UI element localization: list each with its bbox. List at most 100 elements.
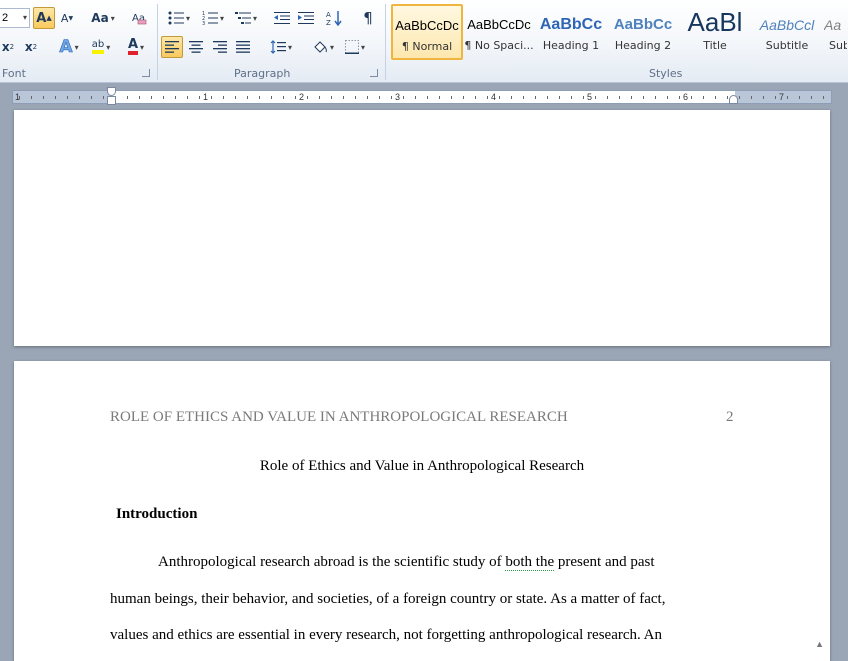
style-title[interactable]: AaBl Title bbox=[679, 4, 751, 60]
first-line-indent-marker[interactable] bbox=[107, 87, 116, 96]
ruler-tick bbox=[463, 96, 464, 99]
ruler-tick bbox=[247, 96, 248, 99]
page-1[interactable] bbox=[14, 110, 830, 346]
scroll-up-icon[interactable]: ▲ bbox=[815, 639, 824, 649]
align-left-button[interactable] bbox=[161, 36, 183, 58]
group-separator bbox=[157, 4, 158, 80]
numbering-button[interactable]: 123 bbox=[198, 7, 228, 29]
line-spacing-icon bbox=[270, 40, 286, 54]
bullets-icon bbox=[168, 11, 184, 25]
ruler-tick bbox=[211, 96, 212, 99]
numbering-icon: 123 bbox=[202, 11, 218, 25]
decrease-indent-icon bbox=[274, 12, 290, 24]
subscript-button[interactable]: x2 bbox=[0, 36, 16, 58]
horizontal-ruler[interactable]: 1 1 2 3 4 5 6 7 bbox=[12, 87, 832, 105]
borders-icon bbox=[344, 40, 359, 54]
ruler-tick bbox=[79, 96, 80, 99]
page-2[interactable]: ROLE OF ETHICS AND VALUE IN ANTHROPOLOGI… bbox=[14, 361, 830, 661]
ruler-tick bbox=[547, 96, 548, 99]
running-head: ROLE OF ETHICS AND VALUE IN ANTHROPOLOGI… bbox=[110, 409, 568, 425]
style-subtitle[interactable]: AaBbCcl Subtitle bbox=[751, 4, 823, 60]
ruler-number: 3 bbox=[395, 92, 401, 102]
right-indent-marker[interactable] bbox=[729, 95, 738, 104]
ruler-tick bbox=[763, 96, 764, 99]
ruler-tick bbox=[595, 96, 596, 99]
ruler-tick bbox=[415, 96, 416, 99]
font-dialog-launcher[interactable] bbox=[142, 69, 150, 77]
align-center-button[interactable] bbox=[185, 36, 207, 58]
shading-bucket-icon bbox=[314, 40, 327, 53]
font-size-dropdown-icon[interactable]: ▾ bbox=[20, 8, 30, 28]
grow-font-button[interactable]: A ▲ bbox=[33, 7, 55, 29]
ruler-tick bbox=[655, 96, 656, 99]
svg-text:3: 3 bbox=[202, 21, 205, 25]
ruler-tick bbox=[787, 96, 788, 99]
ruler-tick bbox=[511, 96, 512, 99]
ruler-tick bbox=[451, 96, 452, 99]
ribbon: 2 ▾ A▲ A▼ Aa Aa x2 x2 A ab A Font 123 bbox=[0, 0, 848, 83]
style-subtle[interactable]: Aa Sub bbox=[823, 4, 848, 60]
ruler-tick bbox=[31, 96, 32, 99]
ruler-tick bbox=[487, 96, 488, 99]
change-case-button[interactable]: Aa bbox=[88, 7, 118, 29]
borders-button[interactable] bbox=[340, 36, 370, 58]
style-no-spacing[interactable]: AaBbCcDc ¶ No Spaci... bbox=[463, 4, 535, 60]
bullets-button[interactable] bbox=[164, 7, 194, 29]
superscript-button[interactable]: x2 bbox=[22, 36, 40, 58]
multilevel-list-button[interactable] bbox=[231, 7, 261, 29]
svg-text:Z: Z bbox=[326, 19, 331, 26]
section-heading: Introduction bbox=[116, 506, 198, 522]
ruler-tick bbox=[43, 96, 44, 99]
decrease-indent-button[interactable] bbox=[271, 7, 293, 29]
ruler-tick bbox=[643, 96, 644, 99]
ruler-tick bbox=[715, 96, 716, 99]
sort-icon: AZ bbox=[326, 11, 342, 26]
sort-button[interactable]: AZ bbox=[324, 7, 346, 29]
align-center-icon bbox=[189, 41, 203, 53]
left-indent-marker[interactable] bbox=[107, 96, 116, 105]
text-effects-button[interactable]: A bbox=[54, 36, 84, 58]
ruler-tick bbox=[139, 96, 140, 99]
show-marks-button[interactable]: ¶ bbox=[357, 7, 379, 29]
ruler-tick bbox=[631, 96, 632, 99]
ruler-tick bbox=[619, 96, 620, 99]
style-heading-1[interactable]: AaBbCc Heading 1 bbox=[535, 4, 607, 60]
shading-button[interactable] bbox=[308, 36, 338, 58]
ruler-tick bbox=[355, 96, 356, 99]
ruler-tick bbox=[163, 96, 164, 99]
style-heading-2[interactable]: AaBbCc Heading 2 bbox=[607, 4, 679, 60]
ruler-tick bbox=[811, 96, 812, 99]
justify-button[interactable] bbox=[232, 36, 254, 58]
font-group-label: Font bbox=[2, 67, 26, 80]
increase-indent-button[interactable] bbox=[295, 7, 317, 29]
ruler-tick bbox=[307, 96, 308, 99]
font-color-button[interactable]: A bbox=[121, 36, 151, 58]
font-size-value: 2 bbox=[2, 12, 9, 24]
grammar-flag[interactable]: both the bbox=[505, 554, 555, 571]
paragraph-line: values and ethics are essential in every… bbox=[110, 627, 663, 643]
ruler-number: 4 bbox=[491, 92, 497, 102]
ruler-tick bbox=[271, 96, 272, 99]
align-right-button[interactable] bbox=[209, 36, 231, 58]
line-spacing-button[interactable] bbox=[266, 36, 296, 58]
paragraph-line: human beings, their behavior, and societ… bbox=[110, 591, 666, 607]
ruler-tick bbox=[319, 96, 320, 99]
ruler-tick bbox=[667, 96, 668, 99]
clear-formatting-icon: Aa bbox=[132, 13, 147, 25]
style-normal[interactable]: AaBbCcDc ¶ Normal bbox=[391, 4, 463, 60]
shrink-font-button[interactable]: A ▼ bbox=[57, 7, 77, 29]
ruler-tick bbox=[259, 96, 260, 99]
ruler-tick bbox=[187, 96, 188, 99]
highlight-button[interactable]: ab bbox=[86, 36, 116, 58]
ruler-tick bbox=[151, 96, 152, 99]
paragraph-dialog-launcher[interactable] bbox=[370, 69, 378, 77]
ruler-tick bbox=[175, 96, 176, 99]
ruler-tick bbox=[91, 96, 92, 99]
ruler-tick bbox=[607, 96, 608, 99]
ruler-number: 5 bbox=[587, 92, 593, 102]
ruler-tick bbox=[67, 96, 68, 99]
ruler-number: 7 bbox=[779, 92, 785, 102]
ruler-tick bbox=[55, 96, 56, 99]
clear-formatting-button[interactable]: Aa bbox=[128, 7, 150, 29]
ruler-tick bbox=[295, 96, 296, 99]
